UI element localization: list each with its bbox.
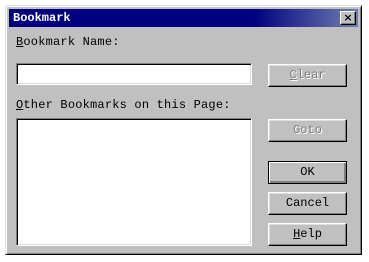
close-button[interactable]: × xyxy=(340,11,356,25)
other-bookmarks-label: Other Bookmarks on this Page: xyxy=(16,98,231,112)
other-bookmarks-list[interactable] xyxy=(16,118,252,246)
ok-button[interactable]: OK xyxy=(268,161,347,184)
close-icon: × xyxy=(343,11,353,24)
dialog-title: Bookmark xyxy=(13,11,71,25)
help-button[interactable]: Help xyxy=(268,223,347,246)
goto-button[interactable]: Goto xyxy=(268,119,347,142)
bookmark-name-label: Bookmark Name: xyxy=(16,35,120,49)
bookmark-name-input[interactable] xyxy=(16,63,252,85)
title-bar[interactable]: Bookmark × xyxy=(9,9,358,27)
cancel-button[interactable]: Cancel xyxy=(268,192,347,215)
clear-button[interactable]: Clear xyxy=(268,64,347,87)
bookmark-dialog: Bookmark × Bookmark Name: Clear Other Bo… xyxy=(5,5,362,255)
